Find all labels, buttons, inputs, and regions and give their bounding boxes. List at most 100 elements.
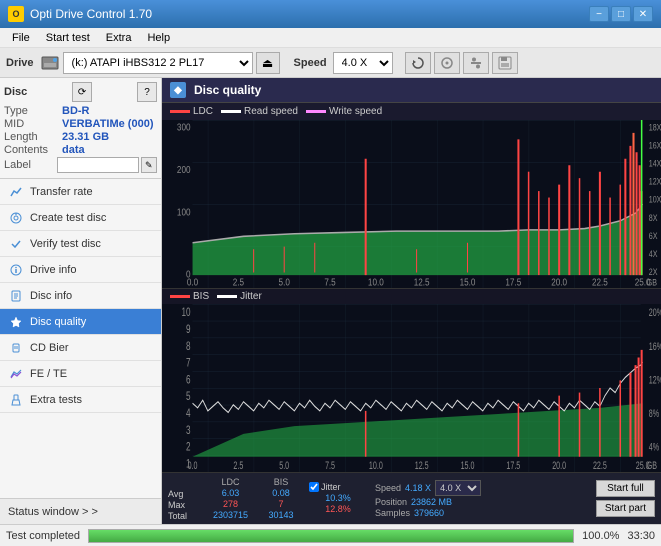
max-label: Max (168, 500, 200, 510)
total-label: Total (168, 511, 200, 521)
svg-text:12.5: 12.5 (414, 277, 430, 288)
close-button[interactable]: ✕ (633, 6, 653, 22)
sidebar-item-disc-info[interactable]: Disc info (0, 283, 161, 309)
disc-type-value: BD-R (62, 105, 90, 117)
svg-text:20.0: 20.0 (552, 460, 566, 472)
svg-text:5: 5 (186, 391, 191, 404)
jitter-checkbox[interactable] (309, 482, 319, 492)
svg-text:12%: 12% (649, 374, 661, 386)
svg-text:7.5: 7.5 (325, 460, 335, 472)
write-speed-legend-item: Write speed (306, 106, 382, 117)
svg-text:5.0: 5.0 (279, 277, 290, 288)
sidebar-item-label: CD Bier (30, 342, 69, 354)
disc-label-edit-button[interactable]: ✎ (141, 157, 157, 173)
sidebar: Disc ⟳ ? Type BD-R MID VERBATIMe (000) L… (0, 78, 162, 524)
sidebar-item-drive-info[interactable]: Drive info (0, 257, 161, 283)
sidebar-item-fe-te[interactable]: FE / TE (0, 361, 161, 387)
write-speed-legend-label: Write speed (329, 106, 382, 117)
status-window-button[interactable]: Status window > > (0, 498, 161, 524)
menu-file[interactable]: File (4, 30, 38, 46)
svg-text:18X: 18X (649, 123, 661, 133)
eject-button[interactable]: ⏏ (256, 52, 280, 74)
save-button[interactable] (492, 52, 518, 74)
charts-area: 300 200 100 0 18X 16X 14X 12X 10X 8X 6X … (162, 120, 661, 472)
disc-info-button[interactable]: ? (137, 82, 157, 102)
sidebar-item-disc-quality[interactable]: Disc quality (0, 309, 161, 335)
speed-dropdown[interactable]: 4.0 X (435, 480, 481, 496)
speed-col-header: Speed (375, 483, 401, 493)
restore-button[interactable]: □ (611, 6, 631, 22)
start-full-button[interactable]: Start full (596, 480, 655, 497)
sidebar-item-label: FE / TE (30, 368, 67, 380)
jitter-col-header: Jitter (321, 482, 341, 492)
read-speed-legend-color (221, 110, 241, 113)
bis-legend-label: BIS (193, 291, 209, 302)
max-ldc: 278 (208, 499, 253, 509)
sidebar-item-verify-test-disc[interactable]: Verify test disc (0, 231, 161, 257)
disc-button[interactable] (434, 52, 460, 74)
progress-time: 33:30 (627, 530, 655, 542)
sidebar-item-transfer-rate[interactable]: Transfer rate (0, 179, 161, 205)
menu-start-test[interactable]: Start test (38, 30, 98, 46)
settings-button[interactable] (463, 52, 489, 74)
disc-refresh-button[interactable]: ⟳ (72, 82, 92, 102)
disc-quality-icon (8, 314, 24, 330)
sidebar-item-create-test-disc[interactable]: Create test disc (0, 205, 161, 231)
refresh-button[interactable] (405, 52, 431, 74)
sidebar-item-label: Transfer rate (30, 186, 93, 198)
minimize-button[interactable]: − (589, 6, 609, 22)
svg-text:6X: 6X (649, 231, 658, 241)
status-text: Test completed (6, 530, 80, 542)
menu-help[interactable]: Help (139, 30, 178, 46)
svg-text:8: 8 (186, 340, 191, 353)
status-window-label: Status window > > (8, 506, 98, 518)
top-legend: LDC Read speed Write speed (162, 103, 661, 120)
samples-label: Samples (375, 508, 410, 518)
svg-text:15.0: 15.0 (460, 277, 476, 288)
max-bis: 7 (261, 499, 301, 509)
speed-selector[interactable]: 4.0 X (333, 52, 393, 74)
chart-header: ◆ Disc quality (162, 78, 661, 103)
sidebar-item-label: Disc info (30, 290, 72, 302)
menu-extra[interactable]: Extra (98, 30, 140, 46)
svg-text:4X: 4X (649, 249, 658, 259)
svg-text:16X: 16X (649, 141, 661, 151)
ldc-col-header: LDC (208, 477, 253, 487)
progress-percent: 100.0% (582, 530, 619, 542)
max-jitter: 12.8% (309, 504, 367, 514)
disc-mid-label: MID (4, 118, 62, 130)
svg-text:2.5: 2.5 (233, 460, 243, 472)
jitter-legend-label: Jitter (240, 291, 262, 302)
svg-text:20%: 20% (649, 307, 661, 319)
stats-bar: Avg Max Total LDC 6.03 278 2303715 BIS 0… (162, 472, 661, 524)
disc-section: Disc ⟳ ? Type BD-R MID VERBATIMe (000) L… (0, 78, 161, 179)
disc-info-icon (8, 288, 24, 304)
sidebar-item-label: Create test disc (30, 212, 106, 224)
bottom-legend: BIS Jitter (162, 289, 661, 304)
sidebar-item-extra-tests[interactable]: Extra tests (0, 387, 161, 413)
disc-contents-value: data (62, 144, 85, 156)
disc-length-label: Length (4, 131, 62, 143)
disc-label-label: Label (4, 159, 57, 171)
sidebar-item-label: Drive info (30, 264, 76, 276)
sidebar-item-label: Verify test disc (30, 238, 101, 250)
svg-text:5.0: 5.0 (279, 460, 289, 472)
svg-text:6: 6 (186, 374, 191, 387)
position-value: 23862 MB (411, 497, 452, 507)
progress-bar-fill (89, 530, 573, 542)
sidebar-item-label: Extra tests (30, 394, 82, 406)
disc-label-input[interactable] (57, 157, 139, 173)
svg-text:3: 3 (186, 424, 191, 437)
ldc-legend-label: LDC (193, 106, 213, 117)
svg-text:300: 300 (177, 121, 191, 132)
write-speed-legend-color (306, 110, 326, 113)
disc-title: Disc (4, 86, 27, 98)
svg-text:10.0: 10.0 (369, 460, 383, 472)
svg-text:12X: 12X (649, 177, 661, 187)
drive-selector[interactable]: (k:) ATAPI iHBS312 2 PL17 (63, 52, 253, 74)
start-part-button[interactable]: Start part (596, 500, 655, 517)
svg-text:200: 200 (177, 164, 191, 175)
svg-text:100: 100 (177, 207, 191, 218)
sidebar-item-cd-bier[interactable]: CD Bier (0, 335, 161, 361)
bottom-chart: 10 9 8 7 6 5 4 3 2 1 20% 16% 12% 8% 4% (162, 304, 661, 472)
